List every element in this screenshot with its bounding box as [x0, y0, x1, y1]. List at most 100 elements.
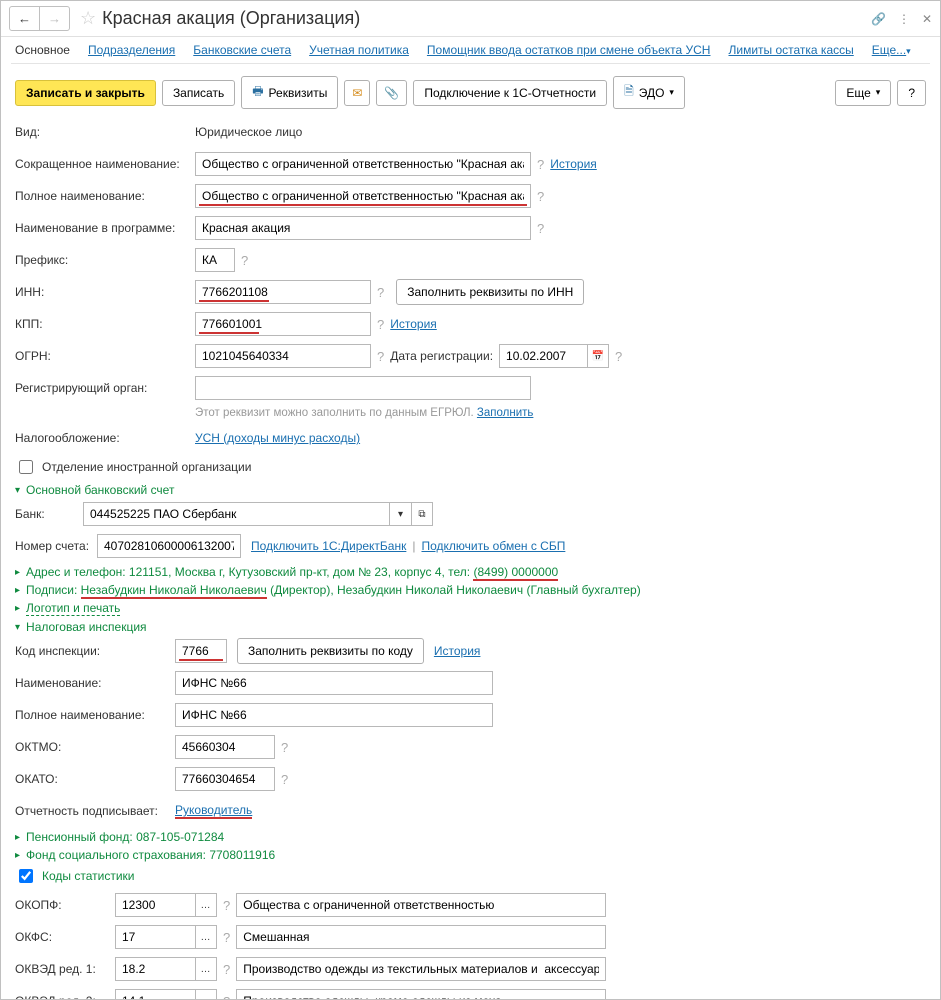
okved1-label: ОКВЭД ред. 1:: [15, 962, 115, 976]
okved1-input[interactable]: [115, 957, 195, 981]
oktmo-label: ОКТМО:: [15, 740, 175, 754]
connect-1c-button[interactable]: Подключение к 1С-Отчетности: [413, 80, 607, 106]
dropdown-icon[interactable]: ▾: [389, 502, 411, 526]
reg-org-input[interactable]: [195, 376, 531, 400]
tab-main[interactable]: Основное: [15, 43, 70, 57]
requisites-button[interactable]: 🖶Реквизиты: [241, 76, 338, 109]
help-icon[interactable]: ?: [223, 962, 230, 977]
signatures-section-toggle[interactable]: ▸ Подписи: Незабудкин Николай Николаевич…: [15, 583, 926, 597]
edo-button[interactable]: 🗎ЭДО▾: [613, 76, 685, 109]
account-label: Номер счета:: [15, 539, 97, 553]
attach-button[interactable]: 📎: [376, 80, 407, 106]
sbp-link[interactable]: Подключить обмен с СБП: [421, 539, 565, 553]
bank-input[interactable]: [83, 502, 389, 526]
prefix-input[interactable]: [195, 248, 235, 272]
okato-input[interactable]: [175, 767, 275, 791]
taxation-label: Налогообложение:: [15, 431, 195, 445]
short-name-input[interactable]: [195, 152, 531, 176]
taxation-link[interactable]: УСН (доходы минус расходы): [195, 431, 360, 445]
tab-usn-helper[interactable]: Помощник ввода остатков при смене объект…: [427, 43, 711, 57]
fill-by-inn-button[interactable]: Заполнить реквизиты по ИНН: [396, 279, 584, 305]
help-icon[interactable]: ?: [223, 994, 230, 1000]
nav-back-button[interactable]: ←: [10, 7, 40, 30]
stat-codes-checkbox[interactable]: [19, 869, 33, 883]
ogrn-input[interactable]: [195, 344, 371, 368]
foreign-org-checkbox[interactable]: [19, 460, 33, 474]
chevron-right-icon: ▸: [15, 850, 20, 861]
help-icon[interactable]: ?: [223, 898, 230, 913]
tab-subdivisions[interactable]: Подразделения: [88, 43, 175, 57]
save-button[interactable]: Записать: [162, 80, 235, 106]
reg-date-label: Дата регистрации:: [390, 349, 493, 363]
okfs-input[interactable]: [115, 925, 195, 949]
help-icon[interactable]: ?: [537, 189, 544, 204]
okved2-input[interactable]: [115, 989, 195, 1000]
account-input[interactable]: [97, 534, 241, 558]
okopf-label: ОКОПФ:: [15, 898, 115, 912]
link-icon[interactable]: 🔗: [871, 12, 886, 26]
signer-label: Отчетность подписывает:: [15, 804, 175, 818]
more-button[interactable]: Еще ▾: [835, 80, 891, 106]
okved2-desc-input[interactable]: [236, 989, 606, 1000]
kebab-icon[interactable]: ⋮: [898, 12, 910, 26]
calendar-icon[interactable]: 📅: [587, 344, 609, 368]
logo-section-toggle[interactable]: ▸ Логотип и печать: [15, 601, 926, 616]
kpp-label: КПП:: [15, 317, 195, 331]
fss-section-toggle[interactable]: ▸ Фонд социального страхования: 77080119…: [15, 848, 926, 862]
prog-name-input[interactable]: [195, 216, 531, 240]
help-icon[interactable]: ?: [377, 285, 384, 300]
oktmo-input[interactable]: [175, 735, 275, 759]
help-icon[interactable]: ?: [281, 740, 288, 755]
okfs-desc-input[interactable]: [236, 925, 606, 949]
help-icon[interactable]: ?: [281, 772, 288, 787]
chevron-right-icon: ▸: [15, 567, 20, 578]
nav-forward-button[interactable]: →: [40, 7, 69, 30]
directbank-link[interactable]: Подключить 1С:ДиректБанк: [251, 539, 406, 553]
mail-button[interactable]: ✉: [344, 80, 370, 106]
lookup-icon[interactable]: …: [195, 957, 217, 981]
pension-section-toggle[interactable]: ▸ Пенсионный фонд: 087-105-071284: [15, 830, 926, 844]
help-icon[interactable]: ?: [223, 930, 230, 945]
fill-egrul-link[interactable]: Заполнить: [477, 407, 533, 419]
full-name-label: Полное наименование:: [15, 189, 195, 203]
open-dialog-icon[interactable]: ⧉: [411, 502, 433, 526]
help-icon[interactable]: ?: [377, 317, 384, 332]
edo-icon: 🗎: [624, 82, 634, 103]
help-icon[interactable]: ?: [377, 349, 384, 364]
insp-full-input[interactable]: [175, 703, 493, 727]
fill-by-code-button[interactable]: Заполнить реквизиты по коду: [237, 638, 424, 664]
chevron-right-icon: ▸: [15, 832, 20, 843]
address-section-toggle[interactable]: ▸ Адрес и телефон: 121151, Москва г, Кут…: [15, 565, 926, 579]
tab-bank-accounts[interactable]: Банковские счета: [193, 43, 291, 57]
history-link[interactable]: История: [390, 317, 437, 331]
tax-office-section-toggle[interactable]: ▾ Налоговая инспекция: [15, 620, 926, 634]
print-icon: 🖶: [252, 82, 263, 103]
ogrn-label: ОГРН:: [15, 349, 195, 363]
kind-value: Юридическое лицо: [195, 125, 302, 139]
favorite-icon[interactable]: ☆: [80, 8, 96, 29]
chevron-right-icon: ▸: [15, 603, 20, 614]
lookup-icon[interactable]: …: [195, 989, 217, 1000]
tab-accounting-policy[interactable]: Учетная политика: [309, 43, 409, 57]
reg-date-input[interactable]: [499, 344, 587, 368]
signer-link[interactable]: Руководитель: [175, 803, 252, 819]
okved1-desc-input[interactable]: [236, 957, 606, 981]
close-icon[interactable]: ✕: [922, 12, 932, 26]
save-close-button[interactable]: Записать и закрыть: [15, 80, 156, 106]
lookup-icon[interactable]: …: [195, 893, 217, 917]
tab-cash-limits[interactable]: Лимиты остатка кассы: [728, 43, 853, 57]
history-link[interactable]: История: [434, 644, 481, 658]
help-icon[interactable]: ?: [537, 221, 544, 236]
lookup-icon[interactable]: …: [195, 925, 217, 949]
bank-label: Банк:: [15, 507, 83, 521]
tab-more[interactable]: Еще...: [872, 43, 911, 57]
okopf-input[interactable]: [115, 893, 195, 917]
okopf-desc-input[interactable]: [236, 893, 606, 917]
insp-name-input[interactable]: [175, 671, 493, 695]
help-button[interactable]: ?: [897, 80, 926, 106]
help-icon[interactable]: ?: [615, 349, 622, 364]
help-icon[interactable]: ?: [241, 253, 248, 268]
bank-section-toggle[interactable]: ▾ Основной банковский счет: [15, 483, 926, 497]
history-link[interactable]: История: [550, 157, 597, 171]
help-icon[interactable]: ?: [537, 157, 544, 172]
